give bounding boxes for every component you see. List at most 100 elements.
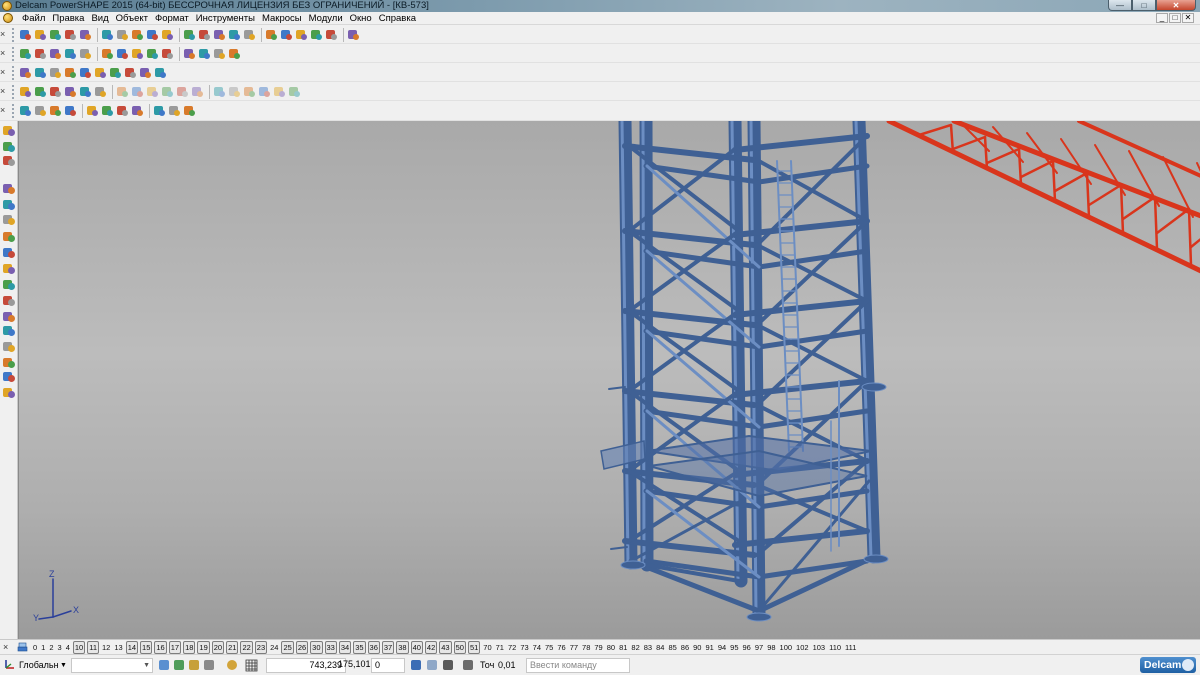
text-icon[interactable] [265,28,278,42]
row2_icons-close-icon[interactable]: × [0,49,9,58]
menu-item-4[interactable]: Формат [152,12,193,25]
level-83[interactable]: 83 [643,642,653,653]
level-36[interactable]: 36 [367,641,380,654]
zoom-out-icon[interactable] [116,47,129,61]
electrode-icon[interactable] [3,387,16,399]
level-82[interactable]: 82 [630,642,640,653]
save-as-icon[interactable] [64,28,77,42]
undo-icon[interactable] [161,28,174,42]
box-solid-icon[interactable] [49,85,62,99]
level-18[interactable]: 18 [183,641,196,654]
fillet-icon[interactable] [34,104,47,118]
shell-icon[interactable] [131,85,144,99]
view-top-icon[interactable] [64,47,77,61]
measure-icon[interactable] [280,28,293,42]
revolve-icon[interactable] [34,85,47,99]
knit-icon[interactable] [131,104,144,118]
level-10[interactable]: 10 [72,641,86,654]
shade-icon[interactable] [295,28,308,42]
level-42[interactable]: 42 [424,641,438,654]
level-110[interactable]: 110 [828,642,842,653]
powershape-app-icon[interactable] [2,1,12,11]
paste-icon[interactable] [131,28,144,42]
level-81[interactable]: 81 [618,642,628,653]
solid-icon[interactable] [64,66,77,80]
level-23[interactable]: 23 [254,641,268,654]
level-15[interactable]: 15 [140,641,153,654]
loft-icon[interactable] [64,104,77,118]
select-arrow-icon[interactable] [3,125,16,137]
doc-minimize-button[interactable]: _ [1156,13,1168,23]
level-combo[interactable]: ▼ [71,658,153,673]
draft-icon[interactable] [176,85,189,99]
level-91[interactable]: 91 [704,642,714,653]
position-dialog-icon[interactable] [426,659,439,672]
sweep-icon[interactable] [49,104,62,118]
row4_icons-grip[interactable] [12,84,17,99]
trim-icon[interactable] [101,104,114,118]
tolerance-icon[interactable] [462,659,475,672]
extend-icon[interactable] [116,104,129,118]
level-100[interactable]: 100 [779,642,794,653]
level-51[interactable]: 51 [467,641,481,654]
workplane-icon[interactable] [3,658,16,671]
decal-icon[interactable] [183,104,196,118]
split-icon[interactable] [228,85,241,99]
tolerance-value[interactable]: 0,01 [498,658,516,673]
document-icon[interactable] [34,66,47,80]
row5_icons-close-icon[interactable]: × [0,106,9,115]
level-73[interactable]: 73 [519,642,529,653]
delete-icon[interactable] [146,28,159,42]
pattern-icon[interactable] [273,85,286,99]
history-icon[interactable] [288,85,301,99]
level-37[interactable]: 37 [381,641,395,654]
menu-item-5[interactable]: Инструменты [193,12,259,25]
circle-icon[interactable] [228,28,241,42]
zoom-fit-icon[interactable] [131,47,144,61]
menu-item-2[interactable]: Вид [88,12,112,25]
view-side-icon[interactable] [79,47,92,61]
line-icon[interactable] [3,183,16,195]
analyze-icon[interactable] [3,341,16,353]
cut-solid-icon[interactable] [191,85,204,99]
menu-item-8[interactable]: Окно [347,12,376,25]
level-102[interactable]: 102 [795,642,810,653]
level-77[interactable]: 77 [569,642,579,653]
document-icon[interactable] [3,13,13,23]
principal-plane-x-icon[interactable] [158,659,171,672]
morph-icon[interactable] [153,104,166,118]
mirror-icon[interactable] [258,85,271,99]
spring-icon[interactable] [116,85,129,99]
level-19[interactable]: 19 [197,641,210,654]
level-86[interactable]: 86 [680,642,690,653]
select-icon[interactable] [198,28,211,42]
level-24[interactable]: 24 [269,642,279,653]
level-20[interactable]: 20 [211,641,225,654]
level-97[interactable]: 97 [754,642,764,653]
level-21[interactable]: 21 [226,641,239,654]
sphere-icon[interactable] [79,66,92,80]
shaded-edges-icon[interactable] [198,47,211,61]
redo-icon[interactable] [183,28,196,42]
row3_icons-grip[interactable] [12,65,17,80]
principal-plane-z-icon[interactable] [188,659,201,672]
level-50[interactable]: 50 [453,641,466,654]
cone-icon[interactable] [79,85,92,99]
level-12[interactable]: 12 [101,642,111,653]
level-34[interactable]: 34 [338,641,352,654]
globe-icon[interactable] [161,47,174,61]
calculator-icon[interactable] [410,659,423,672]
command-input[interactable]: Ввести команду [526,658,630,673]
level-16[interactable]: 16 [154,641,167,654]
level-26[interactable]: 26 [295,641,309,654]
level-33[interactable]: 33 [324,641,337,654]
boolean-icon[interactable] [213,85,226,99]
chamfer-icon[interactable] [161,85,174,99]
graphics-viewport[interactable]: Z X Y [18,121,1200,639]
shaded-view-icon[interactable] [183,47,196,61]
row1_icons-close-icon[interactable]: × [0,30,9,39]
row4_icons-close-icon[interactable]: × [0,87,9,96]
symbol-icon[interactable] [3,311,16,323]
menu-item-6[interactable]: Макросы [259,12,306,25]
pick-icon[interactable] [213,28,226,42]
